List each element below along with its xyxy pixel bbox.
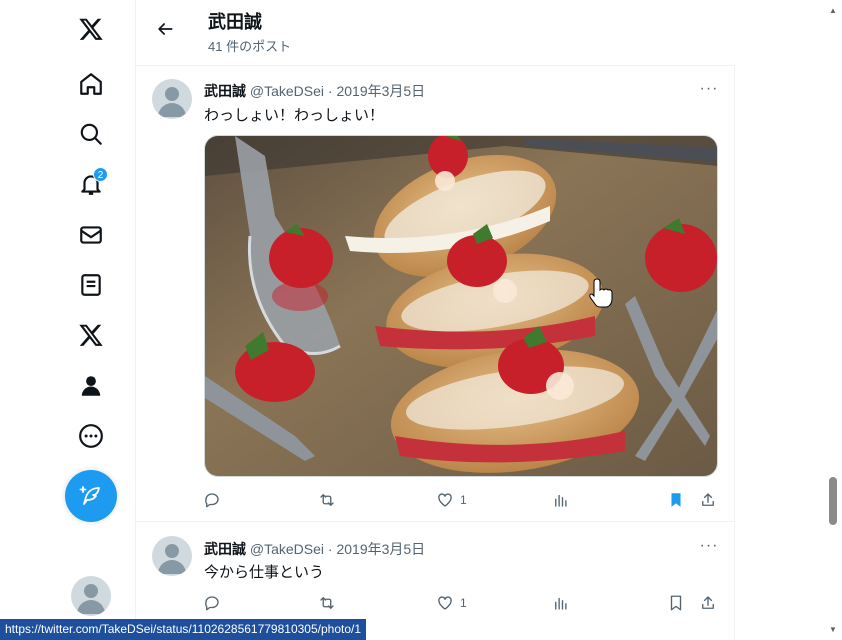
tweet-meta: 武田誠 @TakeDSei · 2019年3月5日 <box>204 81 425 101</box>
reply-button[interactable] <box>203 588 221 618</box>
tweet-actions: 1 <box>196 588 721 618</box>
author-handle-date[interactable]: @TakeDSei · 2019年3月5日 <box>250 541 425 557</box>
more-icon[interactable] <box>66 411 116 461</box>
account-avatar[interactable] <box>71 576 111 616</box>
scrollbar-thumb[interactable] <box>829 477 837 525</box>
tweet[interactable]: 武田誠 @TakeDSei · 2019年3月5日 ··· わっしょい！わっしょ… <box>136 67 735 522</box>
more-options-button[interactable]: ··· <box>699 79 719 99</box>
profile-icon[interactable] <box>66 361 116 411</box>
compose-post-button[interactable] <box>65 470 117 522</box>
author-name[interactable]: 武田誠 <box>204 541 246 557</box>
back-button[interactable] <box>148 12 182 46</box>
scroll-up-arrow-icon[interactable]: ▲ <box>829 6 837 15</box>
tweet-text: 今から仕事という <box>204 564 325 581</box>
views-button[interactable] <box>552 588 570 618</box>
feather-icon <box>79 486 100 505</box>
heart-icon <box>438 493 452 507</box>
tweet-actions: 1 <box>196 485 721 515</box>
more-options-button[interactable]: ··· <box>699 536 719 556</box>
repost-button[interactable] <box>318 485 336 515</box>
like-button[interactable]: 1 <box>436 485 467 515</box>
bookmark-button[interactable] <box>667 588 685 618</box>
link-status-url: https://twitter.com/TakeDSei/status/1102… <box>0 619 367 640</box>
arrow-left-icon <box>158 23 173 35</box>
like-button[interactable]: 1 <box>436 588 467 618</box>
reply-button[interactable] <box>203 485 221 515</box>
x-premium-icon[interactable] <box>66 310 116 360</box>
reply-icon <box>205 596 219 611</box>
bookmark-filled-icon <box>671 493 681 507</box>
share-icon <box>702 493 714 506</box>
mail-icon[interactable] <box>66 210 116 260</box>
tweet-photo[interactable] <box>204 135 718 477</box>
profile-header: 武田誠 41 件のポスト <box>136 0 735 66</box>
bookmark-button[interactable] <box>667 485 685 515</box>
bookmark-icon <box>670 595 682 611</box>
x-logo-icon[interactable] <box>66 4 116 54</box>
profile-name: 武田誠 <box>208 12 262 32</box>
left-sidebar: 2 <box>0 0 136 640</box>
main-timeline: 武田誠 41 件のポスト 武田誠 @TakeDSei · 2019年3月5日 ·… <box>136 0 735 640</box>
author-handle-date[interactable]: @TakeDSei · 2019年3月5日 <box>250 83 425 99</box>
like-count: 1 <box>460 596 467 610</box>
eclair-photo <box>205 136 717 476</box>
share-icon <box>702 596 714 609</box>
analytics-icon <box>555 494 567 507</box>
home-icon[interactable] <box>66 59 116 109</box>
avatar[interactable] <box>152 536 192 576</box>
like-count: 1 <box>460 493 467 507</box>
repost-icon <box>320 494 334 506</box>
tweet-text: わっしょい！わっしょい！ <box>204 107 385 124</box>
heart-icon <box>438 596 452 610</box>
tweet-meta: 武田誠 @TakeDSei · 2019年3月5日 <box>204 539 425 559</box>
author-name[interactable]: 武田誠 <box>204 83 246 99</box>
post-count: 41 件のポスト <box>208 39 292 54</box>
notification-badge: 2 <box>93 167 108 182</box>
search-icon[interactable] <box>66 109 116 159</box>
share-button[interactable] <box>699 485 717 515</box>
bell-icon[interactable]: 2 <box>66 159 116 209</box>
scroll-down-arrow-icon[interactable]: ▼ <box>829 625 837 634</box>
lists-icon[interactable] <box>66 260 116 310</box>
views-button[interactable] <box>552 485 570 515</box>
reply-icon <box>205 493 219 508</box>
repost-icon <box>320 597 334 609</box>
page-scrollbar[interactable]: ▲ ▼ <box>825 0 842 640</box>
share-button[interactable] <box>699 588 717 618</box>
analytics-icon <box>555 597 567 610</box>
avatar[interactable] <box>152 79 192 119</box>
repost-button[interactable] <box>318 588 336 618</box>
